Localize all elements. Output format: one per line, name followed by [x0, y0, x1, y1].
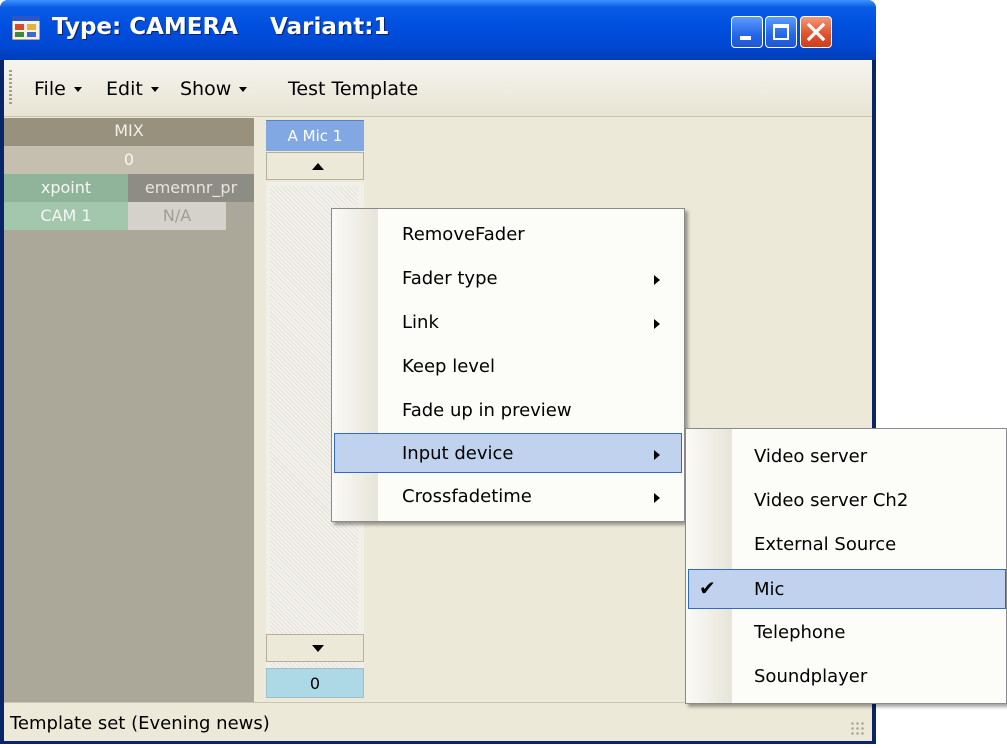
chevron-down-icon: [239, 87, 248, 92]
minimize-icon: [740, 36, 751, 40]
menu-item-label: Keep level: [402, 356, 496, 377]
menu-item-keep-level[interactable]: Keep level: [334, 347, 680, 387]
checkmark-icon: ✔: [699, 576, 716, 600]
title-bar[interactable]: Type: CAMERA Variant:1: [0, 0, 876, 60]
column-header-ememnr: ememnr_pr: [128, 174, 254, 202]
menu-item-remove-fader[interactable]: RemoveFader: [334, 215, 680, 255]
window-title: Type: CAMERA Variant:1: [52, 14, 390, 40]
menu-item-label: Crossfadetime: [402, 486, 532, 507]
menu-item-input-device[interactable]: Input device: [334, 433, 682, 473]
chevron-down-icon: [150, 87, 159, 92]
menu-item-fade-up-in-preview[interactable]: Fade up in preview: [334, 391, 680, 431]
mix-value: 0: [4, 146, 254, 174]
menu-show[interactable]: Show: [180, 78, 248, 100]
menu-show-label: Show: [180, 78, 232, 100]
menu-item-fader-type[interactable]: Fader type: [334, 259, 680, 299]
chevron-right-icon: [654, 319, 660, 329]
menu-edit-label: Edit: [106, 78, 143, 100]
close-button[interactable]: [800, 16, 832, 48]
mix-header: MIX: [4, 118, 254, 146]
menu-item-crossfadetime[interactable]: Crossfadetime: [334, 477, 680, 517]
submenu-item-telephone[interactable]: Telephone: [688, 613, 1004, 653]
fader-value: 0: [266, 668, 364, 698]
menu-item-label: Fade up in preview: [402, 400, 572, 421]
menu-test-template[interactable]: Test Template: [288, 78, 418, 100]
chevron-right-icon: [654, 450, 660, 460]
column-header-xpoint: xpoint: [4, 174, 128, 202]
cell-xpoint-value: CAM 1: [4, 202, 128, 230]
input-device-submenu: Video server Video server Ch2 External S…: [685, 428, 1007, 704]
menu-item-label: Link: [402, 312, 439, 333]
toolstrip-grip[interactable]: [9, 70, 12, 106]
minimize-button[interactable]: [731, 16, 763, 48]
menu-file-label: File: [34, 78, 66, 100]
submenu-item-external-source[interactable]: External Source: [688, 525, 1004, 565]
submenu-item-label: External Source: [754, 534, 897, 555]
submenu-item-video-server-ch2[interactable]: Video server Ch2: [688, 481, 1004, 521]
fader-scroll-up-button[interactable]: [266, 152, 364, 180]
submenu-item-label: Video server Ch2: [754, 490, 909, 511]
mix-panel: MIX 0 xpoint ememnr_pr CAM 1 N/A: [4, 118, 254, 702]
submenu-item-video-server[interactable]: Video server: [688, 437, 1004, 477]
menu-bar: File Edit Show Test Template: [4, 60, 872, 117]
resize-grip-icon[interactable]: [850, 721, 864, 735]
maximize-icon: [773, 24, 789, 40]
chevron-down-icon: [73, 87, 82, 92]
app-icon: [12, 16, 40, 40]
submenu-item-label: Soundplayer: [754, 666, 868, 687]
menu-edit[interactable]: Edit: [106, 78, 159, 100]
context-menu: RemoveFader Fader type Link Keep level F…: [331, 208, 685, 522]
fader-scroll-down-button[interactable]: [266, 634, 364, 662]
submenu-item-label: Video server: [754, 446, 868, 467]
menu-item-label: Input device: [402, 443, 514, 464]
close-icon: [806, 22, 826, 42]
arrow-down-icon: [312, 645, 324, 652]
menu-test-template-label: Test Template: [288, 78, 419, 100]
submenu-item-label: Telephone: [754, 622, 846, 643]
cell-ememnr-value: N/A: [128, 202, 226, 230]
submenu-item-mic[interactable]: ✔ Mic: [688, 569, 1006, 609]
arrow-up-icon: [312, 163, 324, 170]
menu-item-link[interactable]: Link: [334, 303, 680, 343]
status-text: Template set (Evening news): [10, 713, 270, 734]
chevron-right-icon: [654, 275, 660, 285]
status-bar: Template set (Evening news): [4, 702, 872, 741]
submenu-item-soundplayer[interactable]: Soundplayer: [688, 657, 1004, 697]
menu-item-label: RemoveFader: [402, 224, 525, 245]
menu-item-label: Fader type: [402, 268, 498, 289]
chevron-right-icon: [654, 493, 660, 503]
menu-file[interactable]: File: [34, 78, 82, 100]
maximize-button[interactable]: [765, 16, 797, 48]
fader-name[interactable]: A Mic 1: [266, 120, 364, 151]
submenu-item-label: Mic: [754, 579, 785, 600]
